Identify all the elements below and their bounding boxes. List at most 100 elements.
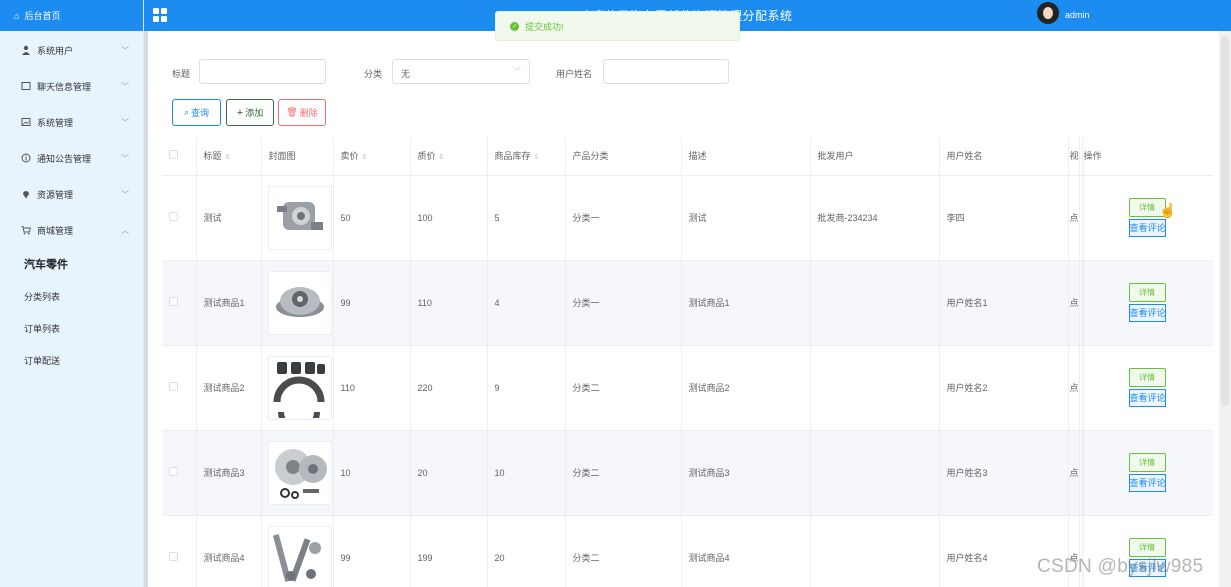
cell-cost: 100: [410, 175, 488, 261]
sort-icon: ⇕: [224, 154, 231, 162]
sidebar-item-label: 聊天信息管理: [37, 81, 92, 92]
column-header-username: 用户姓名: [939, 137, 1069, 176]
cell-title: 测试商品1: [196, 260, 262, 346]
cell-actions: 详情 查看评论: [1079, 430, 1213, 516]
add-button-label: 添加: [245, 108, 264, 118]
sort-icon: ⇕: [361, 154, 368, 162]
table-row[interactable]: 测试 50 100 5 分类一 测试 批发商-234234 李四点详情 查看评论: [162, 175, 1213, 261]
title-input[interactable]: [199, 59, 326, 84]
chevron-down-icon: ﹀: [121, 153, 129, 163]
menu-grid-icon[interactable]: [153, 8, 167, 22]
product-image[interactable]: [267, 440, 332, 505]
product-image[interactable]: [267, 270, 332, 335]
delete-button[interactable]: 🗑 删除: [278, 99, 326, 126]
sidebar-scrollbar[interactable]: [144, 31, 148, 587]
cell-price: 110: [333, 345, 411, 431]
add-button[interactable]: + 添加: [226, 99, 274, 126]
table-row[interactable]: 测试商品3 10 20 10 分类二 测试商品3 用户姓名3 点详情 查看评论: [162, 430, 1213, 516]
select-all-checkbox[interactable]: [162, 137, 197, 176]
sidebar-item-label: 系统用户: [37, 45, 74, 56]
table-header-row: 标题 ⇕ 封面图 卖价 ⇕ 质价 ⇕ 商品库存 ⇕ 产品分类 描述 批发用户 用户姓名 …: [162, 137, 1213, 176]
sidebar-sub-label: 订单配送: [24, 355, 61, 366]
product-image[interactable]: [267, 185, 332, 250]
cell-actions: 详情 查看评论: [1079, 175, 1213, 261]
row-checkbox[interactable]: [162, 430, 197, 516]
column-header-price[interactable]: 卖价 ⇕: [333, 137, 411, 176]
column-header-stock[interactable]: 商品库存 ⇕: [487, 137, 566, 176]
username-input[interactable]: [603, 59, 729, 84]
column-header-wholesaler: 批发用户: [810, 137, 940, 176]
cell-extra: 点: [1068, 175, 1080, 261]
info-icon: [20, 153, 32, 163]
sidebar-item-notice[interactable]: 通知公告管理 ﹀: [0, 140, 143, 176]
cell-category: 分类二: [565, 430, 682, 516]
cell-title: 测试: [196, 175, 262, 261]
row-checkbox[interactable]: [162, 175, 197, 261]
cell-cost: 199: [410, 515, 488, 587]
sidebar-item-system-users[interactable]: 系统用户 ﹀: [0, 32, 143, 68]
row-checkbox[interactable]: [162, 345, 197, 431]
cell-price: 50: [333, 175, 411, 261]
cell-category: 分类二: [565, 345, 682, 431]
sort-icon: ⇕: [533, 154, 540, 162]
sidebar-item-resource[interactable]: 资源管理 ﹀: [0, 176, 143, 212]
row-checkbox[interactable]: [162, 260, 197, 346]
title-filter-label: 标题: [172, 69, 191, 79]
view-reviews-button[interactable]: 查看评论: [1128, 389, 1166, 407]
cell-desc: 测试商品1: [681, 260, 811, 346]
row-checkbox[interactable]: [162, 515, 197, 587]
cell-stock: 9: [487, 345, 566, 431]
success-toast: ✓ 提交成功!: [495, 11, 740, 41]
toast-message: 提交成功!: [525, 21, 564, 32]
detail-button[interactable]: 详情: [1128, 283, 1166, 302]
chevron-down-icon: ﹀: [121, 117, 129, 127]
home-icon: ⌂: [14, 10, 20, 21]
sidebar: ⌂ 后台首页 系统用户 ﹀ 聊天信息管理 ﹀ 系统管理 ﹀ 通知公告管理 ﹀ 资…: [0, 0, 144, 587]
column-header-cost[interactable]: 质价 ⇕: [410, 137, 488, 176]
table-row[interactable]: 测试商品2 110 220 9 分类二 测试商品2 用户姓名2 点详情 查看评论: [162, 345, 1213, 431]
cart-icon: [20, 225, 32, 235]
cell-wholesaler: 批发商-234234: [810, 175, 940, 261]
detail-button[interactable]: 详情: [1128, 453, 1166, 472]
cell-desc: 测试商品4: [681, 515, 811, 587]
detail-button[interactable]: 详情: [1128, 538, 1166, 557]
cell-cover: [261, 345, 334, 431]
cell-category: 分类一: [565, 175, 682, 261]
user-name[interactable]: admin: [1065, 10, 1090, 20]
product-image[interactable]: [267, 355, 332, 420]
page-scrollbar[interactable]: [1219, 31, 1231, 587]
detail-button[interactable]: 详情: [1128, 368, 1166, 387]
cell-actions: 详情 查看评论: [1079, 345, 1213, 431]
trash-icon: 🗑: [286, 107, 298, 117]
cell-username: 李四: [939, 175, 1069, 261]
cell-stock: 10: [487, 430, 566, 516]
user-icon: [20, 45, 32, 55]
avatar[interactable]: [1037, 2, 1059, 24]
view-reviews-button[interactable]: 查看评论: [1128, 304, 1166, 322]
sidebar-item-shop[interactable]: 商城管理 ︿: [0, 212, 143, 248]
sidebar-sub-order-list[interactable]: 订单列表: [0, 312, 143, 344]
sidebar-home[interactable]: ⌂ 后台首页: [0, 0, 143, 31]
sidebar-sub-auto-parts[interactable]: 汽车零件: [0, 248, 143, 280]
cell-cost: 110: [410, 260, 488, 346]
sidebar-item-chat[interactable]: 聊天信息管理 ﹀: [0, 68, 143, 104]
sidebar-sub-category-list[interactable]: 分类列表: [0, 280, 143, 312]
sidebar-item-label: 资源管理: [37, 189, 74, 200]
query-button-label: 查询: [191, 108, 210, 118]
sidebar-item-system-manage[interactable]: 系统管理 ﹀: [0, 104, 143, 140]
cell-wholesaler: [810, 515, 940, 587]
query-button[interactable]: ⌕ 查询: [172, 99, 221, 126]
category-select[interactable]: 无 ﹀: [392, 59, 530, 84]
chevron-down-icon: ﹀: [121, 45, 129, 55]
column-header-cover: 封面图: [261, 137, 334, 176]
cell-title: 测试商品2: [196, 345, 262, 431]
sidebar-sub-order-delivery[interactable]: 订单配送: [0, 344, 143, 376]
column-header-category: 产品分类: [565, 137, 682, 176]
column-header-title[interactable]: 标题 ⇕: [196, 137, 262, 176]
category-filter-label: 分类: [364, 69, 383, 79]
view-reviews-button[interactable]: 查看评论: [1128, 219, 1166, 237]
table-row[interactable]: 测试商品1 99 110 4 分类一 测试商品1 用户姓名1 点详情 查看评论: [162, 260, 1213, 346]
view-reviews-button[interactable]: 查看评论: [1128, 474, 1166, 492]
product-image[interactable]: [267, 525, 332, 587]
cell-desc: 测试: [681, 175, 811, 261]
